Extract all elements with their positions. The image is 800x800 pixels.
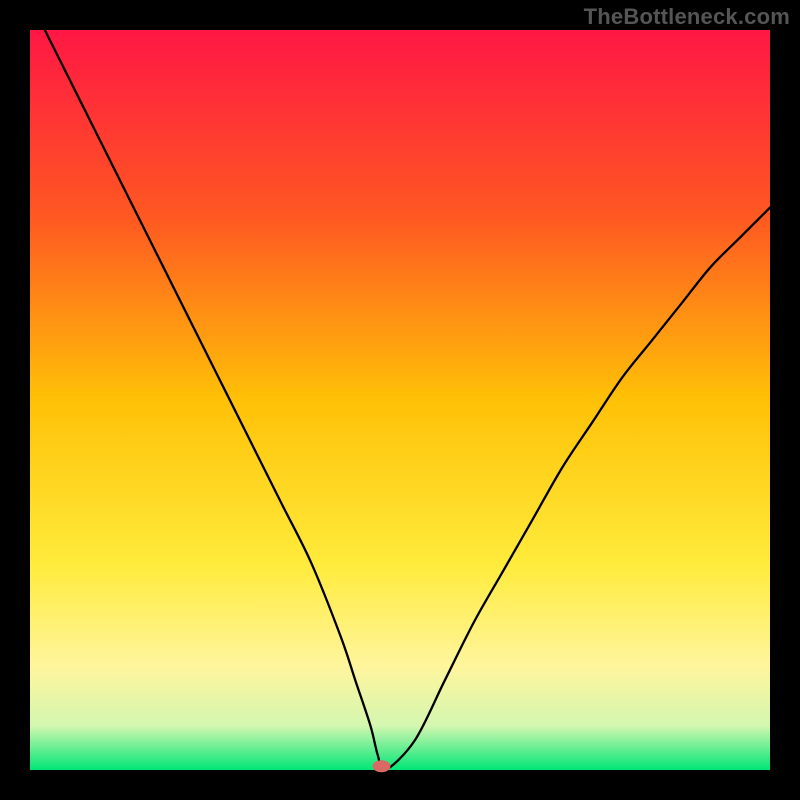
bottleneck-chart [0, 0, 800, 800]
plot-area [30, 30, 770, 770]
watermark-text: TheBottleneck.com [584, 4, 790, 30]
chart-container: TheBottleneck.com [0, 0, 800, 800]
optimum-marker [373, 760, 391, 772]
